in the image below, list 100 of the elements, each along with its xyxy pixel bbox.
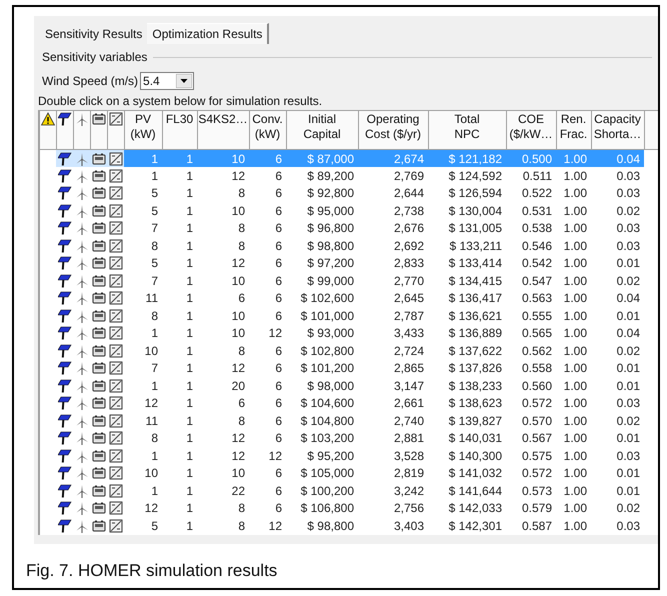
table-cell: 1.00 — [556, 202, 591, 220]
table-cell: $ 100,200 — [286, 482, 358, 500]
table-cell: 1 — [124, 324, 162, 342]
battery-icon — [92, 501, 106, 516]
table-cell: $ 106,800 — [286, 500, 358, 517]
solar-panel-icon — [58, 168, 72, 183]
table-cell: 1 — [162, 430, 197, 447]
table-cell: $ 138,623 — [428, 394, 506, 412]
column-header[interactable]: PV (kW) — [124, 110, 162, 150]
table-cell: 0.500 — [506, 150, 556, 167]
battery-icon — [92, 484, 106, 498]
column-header[interactable]: Conv. (kW) — [249, 110, 286, 150]
column-header[interactable]: S4KS2… — [197, 110, 249, 150]
table-cell: 0.558 — [506, 360, 556, 377]
column-header[interactable] — [56, 110, 73, 150]
table-cell: $ 124,592 — [428, 167, 506, 184]
table-cell: 10 — [197, 202, 249, 220]
column-header[interactable]: Ren. Frac. — [556, 110, 591, 150]
field-label: Wind Speed (m/s) — [42, 74, 138, 88]
table-cell: 8 — [197, 500, 249, 517]
table-cell: 8 — [197, 412, 249, 430]
table-cell: 12 — [197, 447, 249, 464]
table-cell: $ 139,827 — [428, 412, 506, 430]
table-cell: $ 136,621 — [428, 307, 506, 324]
solar-panel-icon — [58, 256, 72, 270]
tab[interactable]: Optimization Results — [147, 23, 270, 44]
table-cell: 0.511 — [506, 167, 556, 184]
table-cell: 7 — [124, 272, 162, 290]
table-cell: 1.00 — [556, 430, 591, 447]
table-cell: 5 — [124, 517, 162, 534]
table-cell: 0.02 — [591, 272, 644, 290]
column-header[interactable]: Total NPC — [428, 110, 506, 150]
column-header[interactable] — [39, 110, 56, 150]
table-cell: $ 101,000 — [286, 307, 358, 324]
column-header[interactable]: Capacity Shorta… — [591, 110, 644, 150]
solar-panel-icon — [58, 484, 72, 498]
table-cell: 0.04 — [591, 150, 644, 167]
table-cell: 6 — [249, 394, 286, 412]
column-header[interactable]: Operating Cost ($/yr) — [358, 110, 428, 150]
battery-icon — [92, 274, 106, 288]
column-header[interactable] — [107, 110, 124, 150]
table-cell: 1.00 — [556, 360, 591, 377]
table-cell: 2,819 — [358, 464, 428, 482]
table-cell: 0.03 — [591, 220, 644, 237]
column-header[interactable]: FL30 — [162, 110, 197, 150]
converter-icon — [108, 414, 122, 428]
table-cell: 6 — [249, 482, 286, 500]
table-cell: 3,433 — [358, 324, 428, 342]
table-cell: 8 — [197, 220, 249, 237]
converter-icon — [108, 204, 122, 218]
column-header[interactable]: Initial Capital — [286, 110, 358, 150]
table-cell: 11 — [124, 290, 162, 307]
battery-icon — [92, 168, 106, 183]
battery-icon — [92, 344, 106, 358]
table-cell: 0.560 — [506, 377, 556, 394]
column-header[interactable] — [90, 110, 107, 150]
battery-icon — [92, 448, 106, 463]
battery-icon — [92, 291, 106, 306]
table-cell: 1.00 — [556, 394, 591, 412]
converter-icon — [108, 168, 122, 183]
table-cell: 1 — [162, 412, 197, 430]
converter-icon — [108, 501, 122, 516]
table-cell: 1 — [162, 360, 197, 377]
table-cell: 5 — [124, 202, 162, 220]
table-cell: 1.00 — [556, 307, 591, 324]
battery-icon — [92, 378, 106, 393]
table-cell: 2,676 — [358, 220, 428, 237]
table-cell: 1.00 — [556, 412, 591, 430]
table-cell: 2,881 — [358, 430, 428, 447]
table-cell: 1.00 — [556, 220, 591, 237]
table-cell: 6 — [249, 290, 286, 307]
table-cell: 0.572 — [506, 464, 556, 482]
column-header[interactable]: COE ($/kW… — [506, 110, 556, 150]
table-cell: 6 — [249, 412, 286, 430]
table-cell: 6 — [249, 150, 286, 167]
tab[interactable]: Sensitivity Results — [40, 24, 148, 44]
table-cell: $ 87,000 — [286, 150, 358, 167]
table-cell: 0.01 — [591, 430, 644, 447]
table-cell: 0.567 — [506, 430, 556, 447]
wind-speed-select[interactable]: 5.4 — [140, 72, 194, 90]
table-cell: 1 — [162, 220, 197, 237]
table-cell: 0.02 — [591, 342, 644, 360]
solar-panel-icon — [58, 186, 72, 200]
solar-panel-icon — [58, 274, 72, 288]
table-cell: 1 — [162, 394, 197, 412]
table-cell: 6 — [249, 220, 286, 237]
table-cell: 0.575 — [506, 447, 556, 464]
table-cell: 10 — [197, 150, 249, 167]
dropdown-icon — [176, 74, 192, 88]
table-cell: 1.00 — [556, 377, 591, 394]
battery-icon — [92, 204, 106, 218]
table-cell: 10 — [197, 464, 249, 482]
table-cell: 1.00 — [556, 464, 591, 482]
table-cell: 0.570 — [506, 412, 556, 430]
table-cell: 0.565 — [506, 324, 556, 342]
table-cell: 0.579 — [506, 500, 556, 517]
solar-panel-icon — [58, 414, 72, 428]
converter-icon — [108, 344, 122, 358]
solar-panel-icon — [58, 361, 72, 376]
solar-panel-icon — [58, 291, 72, 306]
